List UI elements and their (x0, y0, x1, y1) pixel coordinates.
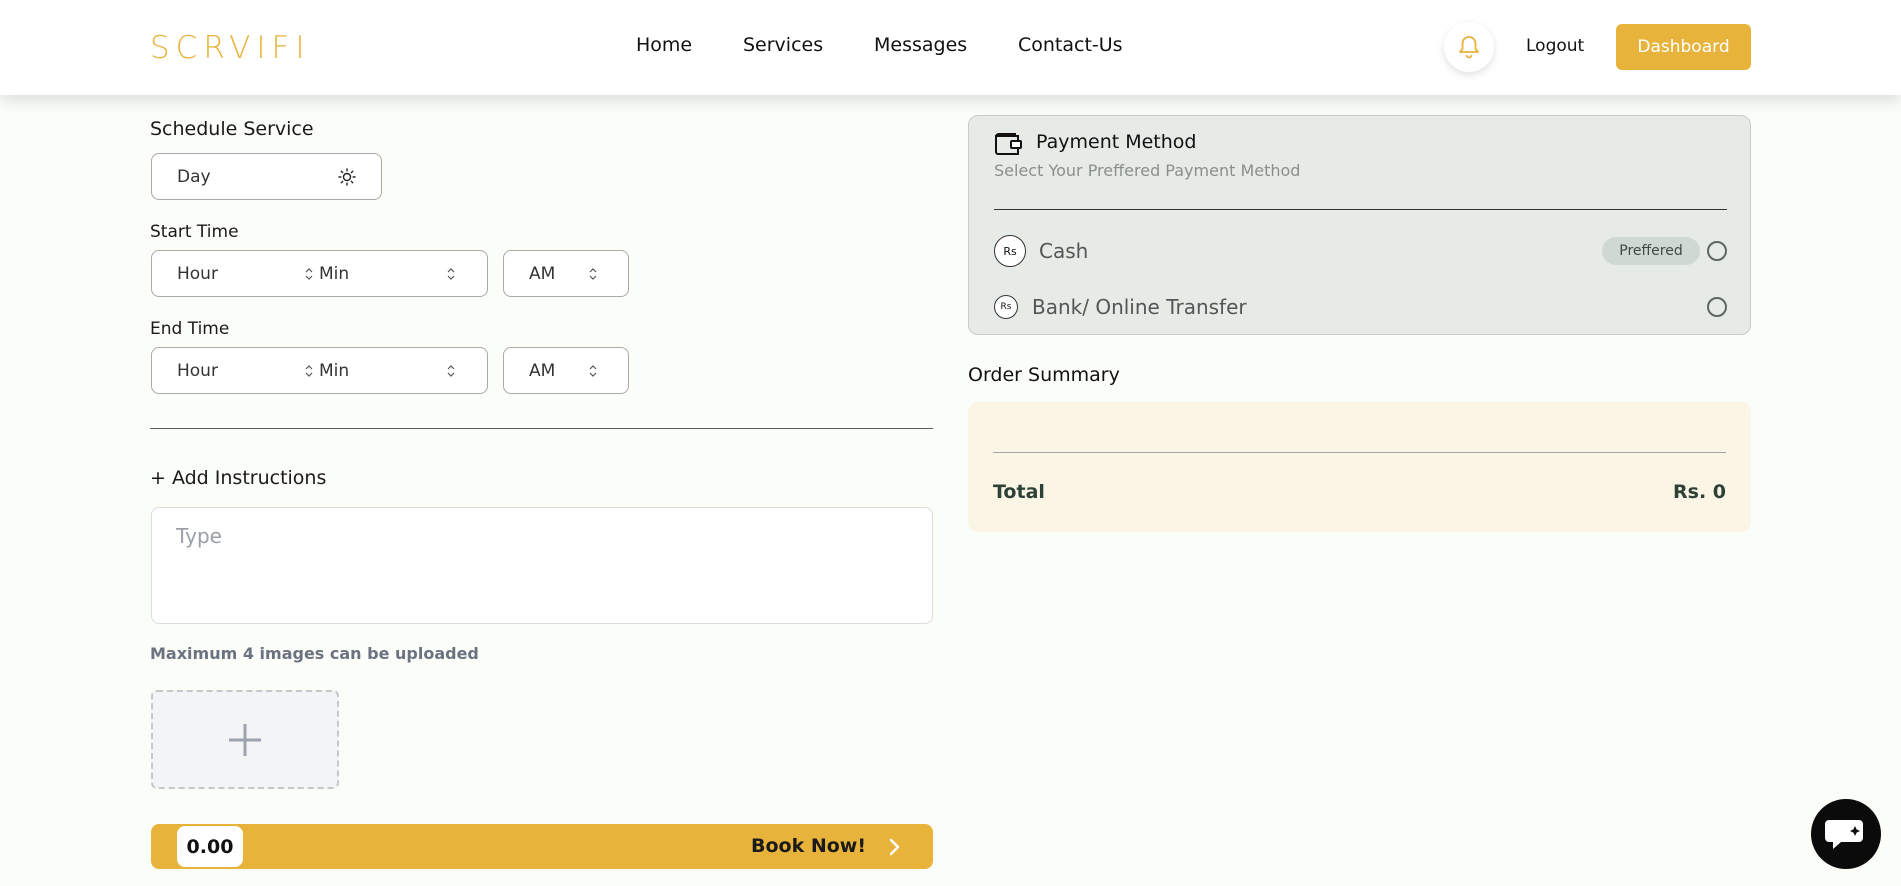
sun-icon (338, 168, 356, 186)
payment-option-label: Cash (1039, 239, 1089, 263)
chevron-right-icon (889, 838, 900, 856)
price-display: 0.00 (177, 826, 243, 867)
book-now-button[interactable]: 0.00 Book Now! (151, 824, 933, 869)
logo[interactable]: SCRVIFI (150, 30, 311, 66)
add-instructions-toggle[interactable]: + Add Instructions (150, 467, 326, 489)
nav-services[interactable]: Services (743, 34, 823, 56)
bank-transfer-radio[interactable] (1707, 297, 1727, 317)
cash-radio[interactable] (1707, 241, 1727, 261)
updown-icon (305, 364, 313, 377)
payment-option-cash[interactable]: Rs Cash Preffered (994, 235, 1727, 267)
dashboard-button[interactable]: Dashboard (1616, 24, 1751, 70)
total-label: Total (993, 481, 1045, 503)
preferred-badge: Preffered (1602, 237, 1700, 265)
start-min-value: Min (319, 263, 350, 284)
notifications-button[interactable] (1444, 22, 1494, 72)
wallet-icon (995, 133, 1022, 155)
divider (150, 428, 933, 429)
nav-home[interactable]: Home (636, 34, 692, 56)
nav-messages[interactable]: Messages (874, 34, 967, 56)
updown-icon (447, 267, 455, 280)
end-time-label: End Time (150, 319, 230, 339)
payment-method-card: Payment Method Select Your Preffered Pay… (968, 115, 1751, 335)
summary-divider (993, 452, 1726, 453)
nav-contact-us[interactable]: Contact-Us (1018, 34, 1123, 56)
start-hour-value: Hour (177, 263, 218, 284)
rupee-icon: Rs (994, 235, 1026, 267)
plus-icon (229, 723, 261, 756)
updown-icon (589, 267, 597, 280)
chat-button[interactable] (1811, 799, 1881, 869)
end-ampm-value: AM (529, 360, 556, 381)
rupee-icon: Rs (994, 295, 1018, 319)
start-time-select[interactable]: Hour Min (151, 250, 488, 297)
end-ampm-select[interactable]: AM (503, 347, 629, 394)
start-ampm-select[interactable]: AM (503, 250, 629, 297)
payment-option-bank[interactable]: Rs Bank/ Online Transfer (994, 291, 1727, 323)
instructions-textarea[interactable]: Type (151, 507, 933, 624)
book-now-label: Book Now! (750, 835, 866, 857)
end-hour-value: Hour (177, 360, 218, 381)
bell-icon (1459, 36, 1479, 59)
end-time-select[interactable]: Hour Min (151, 347, 488, 394)
day-value: Day (177, 166, 211, 187)
payment-option-label: Bank/ Online Transfer (1032, 295, 1247, 319)
order-summary-title: Order Summary (968, 364, 1120, 386)
payment-title: Payment Method (1036, 131, 1197, 153)
start-ampm-value: AM (529, 263, 556, 284)
logout-link[interactable]: Logout (1526, 36, 1584, 56)
start-time-label: Start Time (150, 222, 239, 242)
chat-icon (1825, 820, 1863, 849)
upload-note: Maximum 4 images can be uploaded (150, 644, 479, 663)
updown-icon (589, 364, 597, 377)
updown-icon (305, 267, 313, 280)
schedule-title: Schedule Service (150, 118, 314, 140)
image-upload-button[interactable] (151, 690, 339, 789)
payment-divider (994, 209, 1727, 210)
payment-subtitle: Select Your Preffered Payment Method (994, 161, 1301, 180)
total-value: Rs. 0 (1673, 481, 1726, 503)
order-summary-card: Total Rs. 0 (968, 402, 1751, 532)
header: SCRVIFI Home Services Messages Contact-U… (0, 0, 1901, 95)
instructions-placeholder: Type (176, 524, 222, 548)
updown-icon (447, 364, 455, 377)
day-select[interactable]: Day (151, 153, 382, 200)
end-min-value: Min (319, 360, 350, 381)
